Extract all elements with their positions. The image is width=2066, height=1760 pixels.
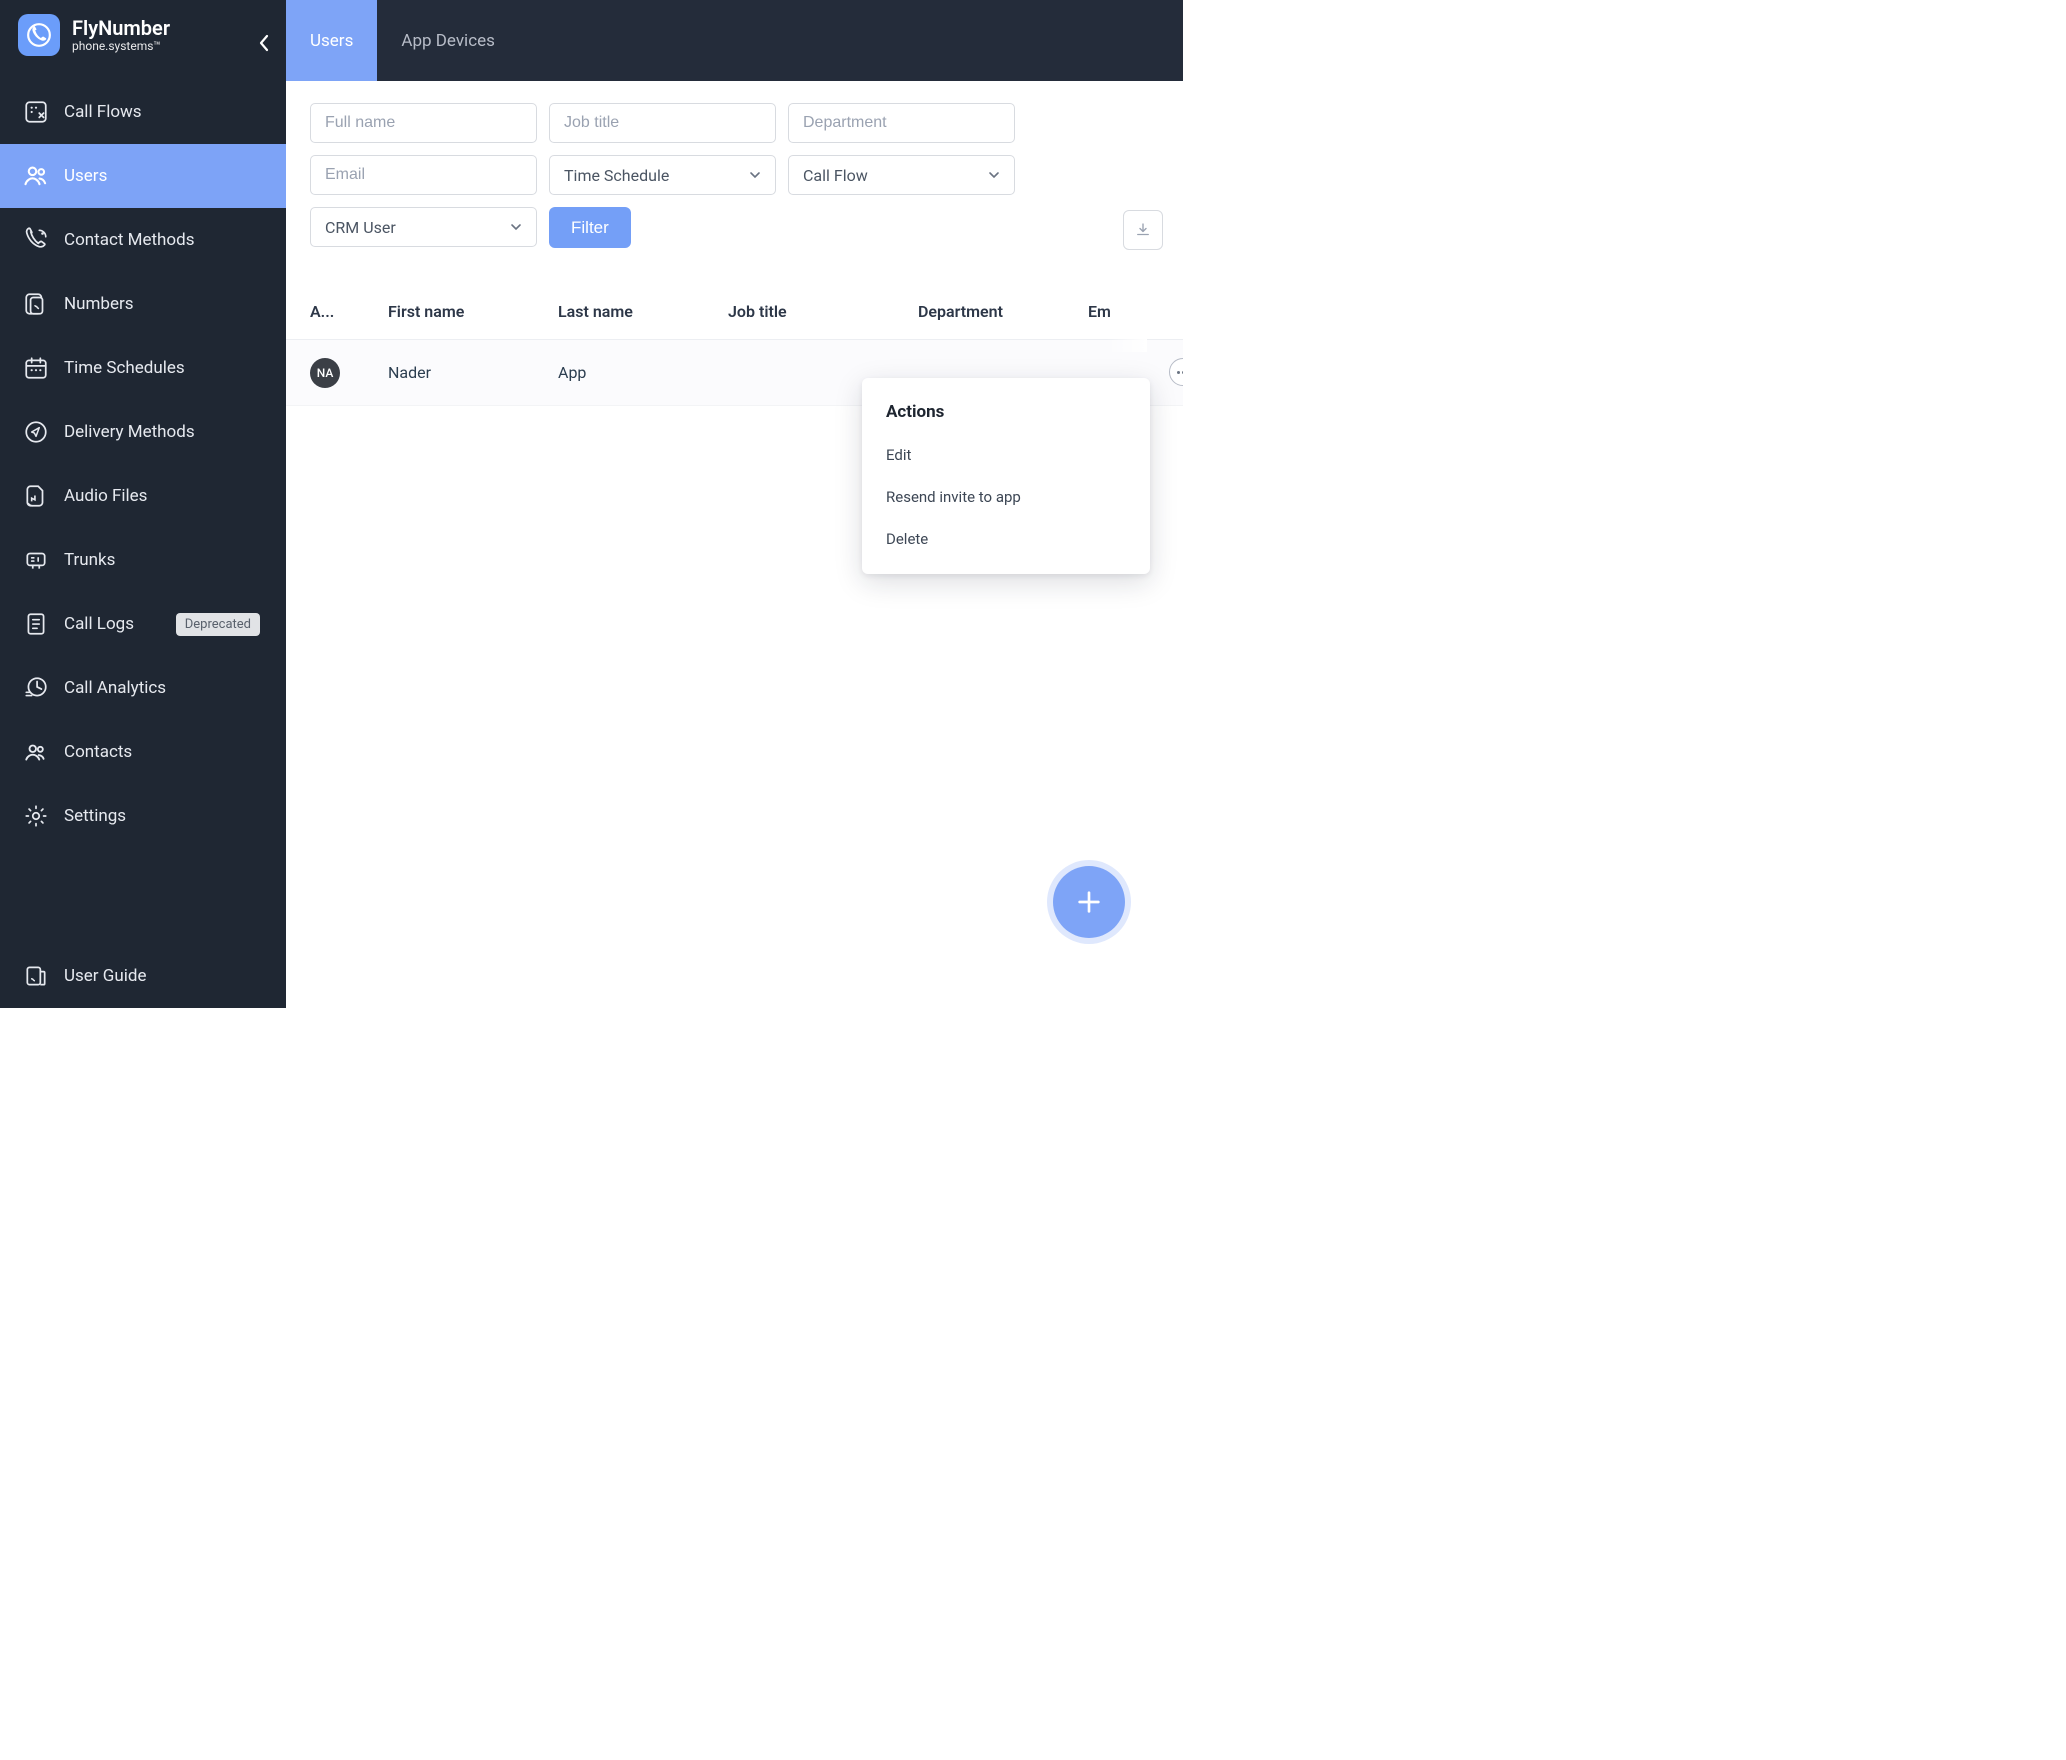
nav-label: Time Schedules — [64, 358, 264, 378]
plus-icon — [1073, 886, 1105, 918]
filter-job-title[interactable] — [549, 103, 776, 143]
nav-contacts[interactable]: Contacts — [0, 720, 286, 784]
table-header: A... First name Last name Job title Depa… — [286, 284, 1183, 340]
cell-last-name: App — [558, 363, 728, 382]
cell-avatar: NA — [310, 358, 388, 388]
contacts-icon — [22, 738, 50, 766]
download-icon — [1134, 221, 1152, 239]
nav-label: Delivery Methods — [64, 422, 264, 442]
nav-trunks[interactable]: Trunks — [0, 528, 286, 592]
nav-label: Trunks — [64, 550, 264, 570]
nav-call-logs[interactable]: Call Logs Deprecated — [0, 592, 286, 656]
filter-call-flow[interactable]: Call Flow — [788, 155, 1015, 195]
nav-call-analytics[interactable]: Call Analytics — [0, 656, 286, 720]
users-icon — [22, 162, 50, 190]
nav-label: Numbers — [64, 294, 264, 314]
job-title-input[interactable] — [564, 114, 761, 132]
action-resend-invite[interactable]: Resend invite to app — [862, 476, 1150, 518]
nav-time-schedules[interactable]: Time Schedules — [0, 336, 286, 400]
action-edit[interactable]: Edit — [862, 434, 1150, 476]
department-input[interactable] — [803, 114, 1000, 132]
th-department[interactable]: Department — [918, 302, 1088, 321]
app-root: FlyNumber phone.systems™ Call Flows User… — [0, 0, 1183, 1008]
nav-label: Call Flows — [64, 102, 264, 122]
th-email[interactable]: Em — [1088, 302, 1183, 321]
nav-call-flows[interactable]: Call Flows — [0, 80, 286, 144]
brand-title: FlyNumber — [72, 17, 170, 39]
brand-logo — [18, 14, 60, 56]
calendar-icon — [22, 354, 50, 382]
tab-app-devices[interactable]: App Devices — [377, 0, 519, 81]
nav-label: Contacts — [64, 742, 264, 762]
trunks-icon — [22, 546, 50, 574]
chevron-down-icon — [510, 221, 522, 233]
phone-logo-icon — [26, 22, 52, 48]
collapse-sidebar-button[interactable] — [258, 34, 270, 56]
chevron-left-icon — [258, 34, 270, 52]
nav-user-guide[interactable]: User Guide — [0, 944, 286, 1008]
nav-audio-files[interactable]: Audio Files — [0, 464, 286, 528]
select-label: Call Flow — [803, 166, 868, 185]
nav-contact-methods[interactable]: Contact Methods — [0, 208, 286, 272]
popover-title: Actions — [862, 402, 1150, 434]
nav-settings[interactable]: Settings — [0, 784, 286, 848]
cell-first-name: Nader — [388, 363, 558, 382]
brand: FlyNumber phone.systems™ — [0, 0, 286, 66]
add-user-fab[interactable] — [1053, 866, 1125, 938]
th-avatar[interactable]: A... — [310, 302, 388, 321]
nav-label: Call Analytics — [64, 678, 264, 698]
nav-label: Call Logs — [64, 614, 162, 634]
numbers-icon — [22, 290, 50, 318]
analytics-icon — [22, 674, 50, 702]
dots-icon — [1177, 371, 1180, 374]
gear-icon — [22, 802, 50, 830]
filter-time-schedule[interactable]: Time Schedule — [549, 155, 776, 195]
brand-text: FlyNumber phone.systems™ — [72, 17, 170, 53]
brand-subtitle: phone.systems™ — [72, 39, 170, 53]
call-flows-icon — [22, 98, 50, 126]
delivery-icon — [22, 418, 50, 446]
nav-delivery-methods[interactable]: Delivery Methods — [0, 400, 286, 464]
deprecated-badge: Deprecated — [176, 613, 260, 636]
select-label: CRM User — [325, 218, 396, 237]
action-delete[interactable]: Delete — [862, 518, 1150, 560]
filter-crm-user[interactable]: CRM User — [310, 207, 537, 247]
filter-full-name[interactable] — [310, 103, 537, 143]
nav-users[interactable]: Users — [0, 144, 286, 208]
audio-file-icon — [22, 482, 50, 510]
nav: Call Flows Users Contact Methods Numbers — [0, 80, 286, 1008]
nav-numbers[interactable]: Numbers — [0, 272, 286, 336]
nav-label: Audio Files — [64, 486, 264, 506]
th-first-name[interactable]: First name — [388, 302, 558, 321]
tab-label: Users — [310, 31, 353, 51]
filter-button[interactable]: Filter — [549, 207, 631, 248]
tab-label: App Devices — [401, 31, 495, 51]
th-job-title[interactable]: Job title — [728, 302, 918, 321]
tabs: Users App Devices — [286, 0, 1183, 81]
actions-popover: Actions Edit Resend invite to app Delete — [862, 378, 1150, 574]
row-actions-button[interactable] — [1169, 358, 1183, 386]
filter-email[interactable] — [310, 155, 537, 195]
filter-department[interactable] — [788, 103, 1015, 143]
full-name-input[interactable] — [325, 114, 522, 132]
select-label: Time Schedule — [564, 166, 669, 185]
nav-label: Settings — [64, 806, 264, 826]
tab-users[interactable]: Users — [286, 0, 377, 81]
chevron-down-icon — [749, 169, 761, 181]
filters: Time Schedule Call Flow CRM User Filter — [286, 81, 1183, 258]
email-input[interactable] — [325, 166, 522, 184]
nav-label: User Guide — [64, 966, 264, 986]
th-last-name[interactable]: Last name — [558, 302, 728, 321]
call-logs-icon — [22, 610, 50, 638]
sidebar: FlyNumber phone.systems™ Call Flows User… — [0, 0, 286, 1008]
user-guide-icon — [22, 962, 50, 990]
nav-label: Users — [64, 166, 264, 186]
chevron-down-icon — [988, 169, 1000, 181]
download-button[interactable] — [1123, 210, 1163, 250]
avatar: NA — [310, 358, 340, 388]
contact-methods-icon — [22, 226, 50, 254]
nav-label: Contact Methods — [64, 230, 264, 250]
